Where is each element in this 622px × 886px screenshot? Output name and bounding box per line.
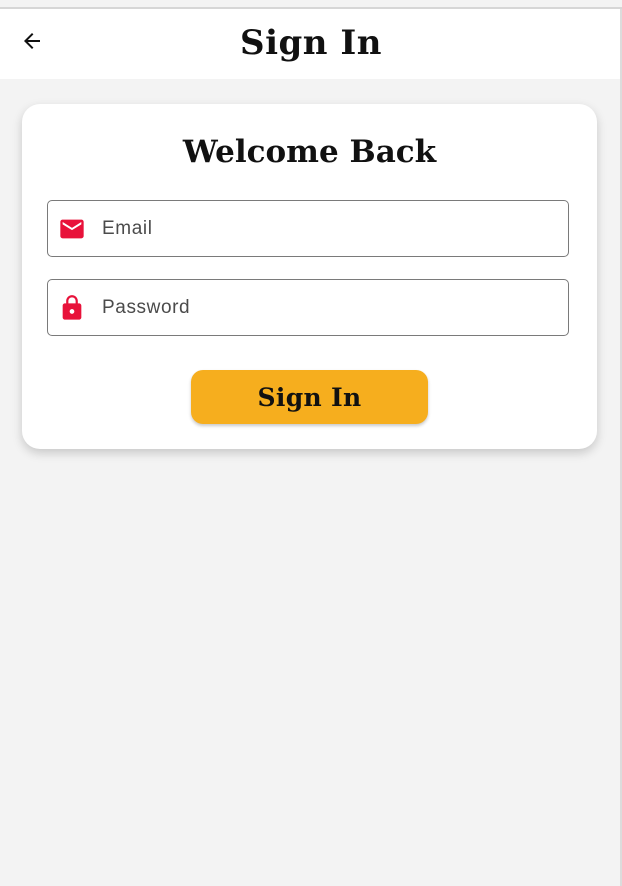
email-placeholder: Email (102, 218, 153, 239)
sign-in-button-label: Sign In (257, 382, 362, 412)
mail-icon (58, 215, 86, 243)
lock-icon (58, 294, 86, 322)
page-title: Sign In (240, 23, 382, 63)
card-title: Welcome Back (182, 134, 437, 170)
password-field[interactable]: Password (47, 279, 569, 336)
sign-in-button[interactable]: Sign In (191, 370, 428, 424)
app-bar: Sign In (0, 9, 622, 79)
email-field[interactable]: Email (47, 200, 569, 257)
password-placeholder: Password (102, 297, 191, 318)
sign-in-card: Welcome Back Email Password Sign In (22, 104, 597, 449)
